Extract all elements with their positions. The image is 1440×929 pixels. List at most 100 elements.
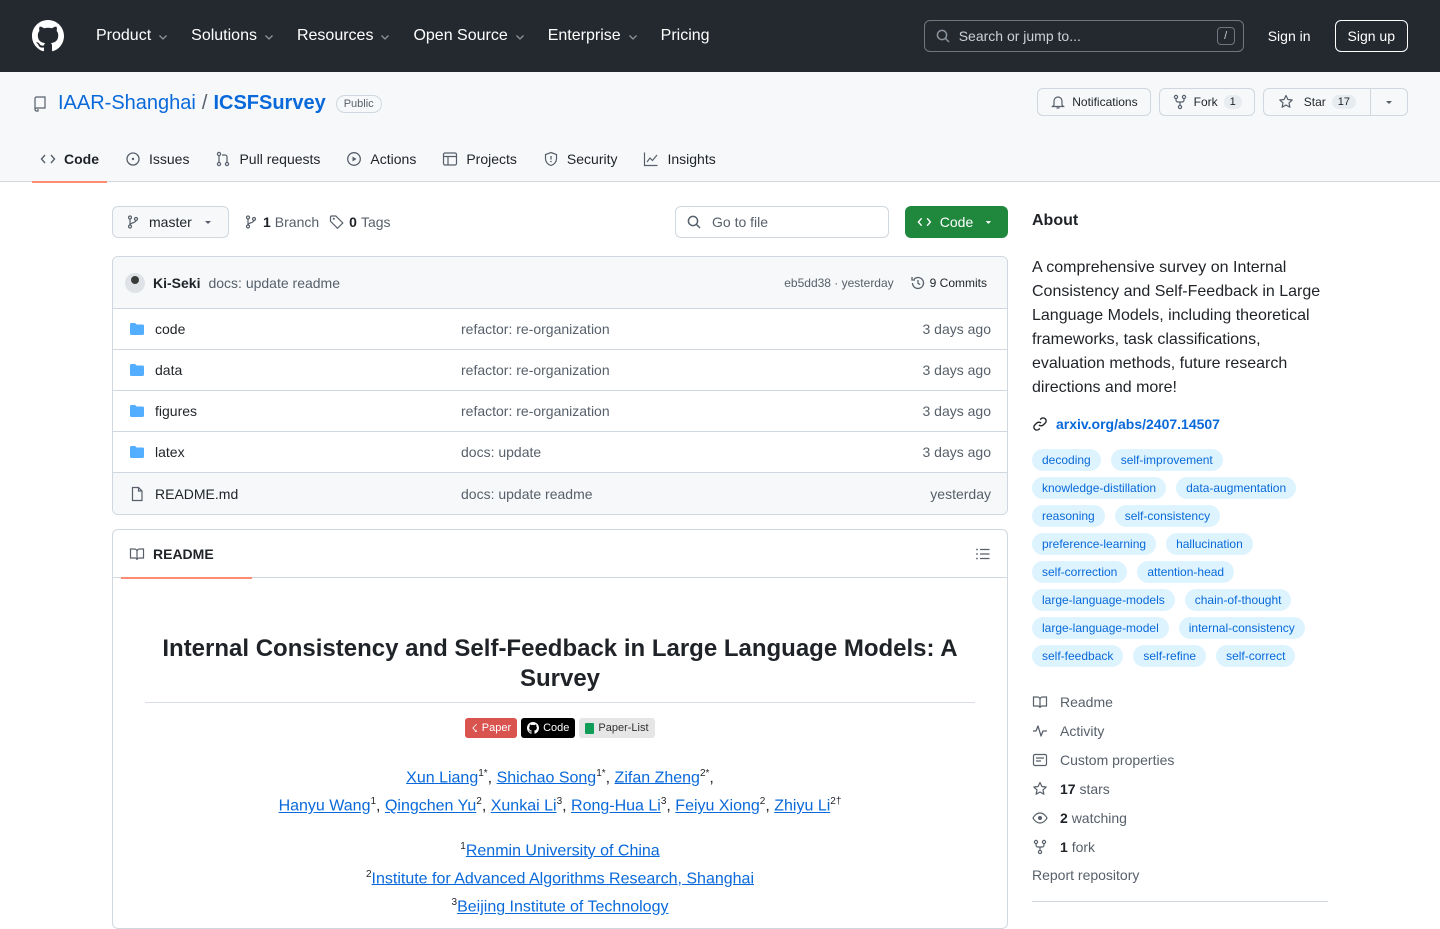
paper-badge[interactable]: ☇ Paper: [465, 718, 518, 738]
affiliation-link[interactable]: Beijing Institute of Technology: [457, 899, 668, 916]
file-commit-message[interactable]: refactor: re-organization: [461, 403, 923, 419]
tab-projects-label: Projects: [466, 151, 517, 167]
sign-in-link[interactable]: Sign in: [1268, 28, 1311, 44]
readme-link[interactable]: Readme: [1032, 687, 1328, 716]
report-repository-link[interactable]: Report repository: [1032, 867, 1328, 883]
repo-owner-link[interactable]: IAAR-Shanghai: [58, 92, 196, 115]
topic-tag[interactable]: large-language-models: [1032, 589, 1175, 611]
tab-insights[interactable]: Insights: [635, 136, 723, 182]
watchers-link[interactable]: 2 watching: [1032, 803, 1328, 832]
file-age: 3 days ago: [922, 403, 992, 419]
file-commit-message[interactable]: refactor: re-organization: [461, 321, 923, 337]
branch-name: master: [149, 214, 192, 230]
table-of-contents-icon[interactable]: [975, 546, 991, 562]
topic-tag[interactable]: self-improvement: [1110, 449, 1223, 471]
go-to-file-input[interactable]: Go to file: [675, 206, 889, 238]
star-dropdown-button[interactable]: [1371, 88, 1408, 116]
fork-button[interactable]: Fork 1: [1158, 88, 1255, 116]
commit-author-link[interactable]: Ki-Seki: [153, 275, 200, 291]
tag-count: 0: [349, 214, 357, 230]
tab-actions[interactable]: Actions: [338, 136, 424, 182]
tab-pull-requests[interactable]: Pull requests: [207, 136, 328, 182]
nav-open-source[interactable]: Open Source: [405, 27, 533, 45]
topic-tag[interactable]: self-correction: [1032, 561, 1128, 583]
nav-enterprise[interactable]: Enterprise: [540, 27, 647, 45]
topic-tag[interactable]: preference-learning: [1032, 533, 1157, 555]
affiliations-block: 1Renmin University of China 2Institute fo…: [145, 835, 975, 920]
stars-link[interactable]: 17 stars: [1032, 774, 1328, 803]
author-link[interactable]: Xun Liang: [406, 769, 478, 786]
avatar[interactable]: [125, 272, 145, 293]
topic-tag[interactable]: self-consistency: [1114, 505, 1221, 527]
topic-tag[interactable]: large-language-model: [1032, 617, 1169, 639]
affiliation-link[interactable]: Institute for Advanced Algorithms Resear…: [372, 870, 754, 887]
tab-issues[interactable]: Issues: [117, 136, 197, 182]
activity-link-label: Activity: [1060, 722, 1105, 739]
code-badge[interactable]: Code: [521, 718, 576, 738]
activity-link[interactable]: Activity: [1032, 716, 1328, 745]
file-commit-message[interactable]: refactor: re-organization: [461, 362, 923, 378]
author-link[interactable]: Feiyu Xiong: [675, 798, 760, 815]
spreadsheet-icon: [585, 722, 595, 734]
file-name-link[interactable]: code: [155, 321, 185, 337]
author-link[interactable]: Hanyu Wang: [279, 798, 371, 815]
file-name-link[interactable]: figures: [155, 403, 197, 419]
affiliation-line: 1Renmin University of China: [145, 835, 975, 863]
star-button[interactable]: Star 17: [1262, 88, 1371, 116]
paper-badge-label: Paper: [481, 722, 512, 734]
topic-tag[interactable]: self-refine: [1133, 645, 1207, 667]
commits-link[interactable]: 9 Commits: [910, 275, 987, 291]
tab-projects[interactable]: Projects: [434, 136, 525, 182]
nav-resources[interactable]: Resources: [289, 27, 399, 45]
author-link[interactable]: Shichao Song: [497, 769, 597, 786]
code-download-button[interactable]: Code: [905, 206, 1008, 238]
topic-tag[interactable]: self-feedback: [1032, 645, 1124, 667]
fork-label-sidebar: fork: [1071, 838, 1096, 855]
file-name-link[interactable]: latex: [155, 444, 185, 460]
custom-properties-link[interactable]: Custom properties: [1032, 745, 1328, 774]
repo-name-link[interactable]: ICSFSurvey: [213, 92, 325, 115]
topic-tag[interactable]: decoding: [1032, 449, 1101, 471]
author-link[interactable]: Rong-Hua Li: [571, 798, 661, 815]
author-link[interactable]: Qingchen Yu: [385, 798, 476, 815]
author-link[interactable]: Zhiyu Li: [774, 798, 830, 815]
topic-tag[interactable]: self-correct: [1216, 645, 1296, 667]
topic-tag[interactable]: data-augmentation: [1176, 477, 1297, 499]
topic-tag[interactable]: knowledge-distillation: [1032, 477, 1167, 499]
github-logo-icon[interactable]: [32, 20, 64, 52]
topic-tag[interactable]: chain-of-thought: [1184, 589, 1292, 611]
tags-link[interactable]: 0 Tags: [329, 214, 391, 230]
star-icon: [1278, 94, 1293, 108]
author-link[interactable]: Xunkai Li: [491, 798, 557, 815]
topic-tag[interactable]: attention-head: [1137, 561, 1235, 583]
play-icon: [347, 152, 362, 166]
readme-tab[interactable]: README: [121, 530, 252, 579]
topic-tag[interactable]: reasoning: [1032, 505, 1105, 527]
file-commit-message[interactable]: docs: update readme: [461, 486, 930, 502]
forks-link[interactable]: 1 fork: [1032, 832, 1328, 861]
branches-link[interactable]: 1 Branch: [243, 214, 319, 230]
sign-up-button[interactable]: Sign up: [1334, 20, 1408, 52]
nav-solutions[interactable]: Solutions: [183, 27, 283, 45]
search-input[interactable]: Search or jump to... /: [923, 20, 1244, 52]
topic-tag[interactable]: internal-consistency: [1178, 617, 1305, 639]
file-name-link[interactable]: README.md: [155, 486, 238, 502]
commit-sha-time[interactable]: eb5dd38 · yesterday: [784, 276, 893, 290]
nav-pricing[interactable]: Pricing: [653, 27, 718, 45]
tab-code[interactable]: Code: [32, 136, 107, 183]
affiliation-link[interactable]: Renmin University of China: [466, 842, 660, 859]
file-name-link[interactable]: data: [155, 362, 182, 378]
author-link[interactable]: Zifan Zheng: [615, 769, 700, 786]
homepage-link[interactable]: arxiv.org/abs/2407.14507: [1032, 416, 1328, 432]
file-list: code refactor: re-organization 3 days ago d…: [113, 309, 1007, 514]
commit-message-link[interactable]: docs: update readme: [208, 275, 340, 291]
tab-security[interactable]: Security: [535, 136, 626, 182]
paper-list-badge[interactable]: Paper-List: [579, 718, 655, 738]
branch-selector[interactable]: master: [112, 206, 229, 238]
sidebar-divider: [1032, 901, 1328, 902]
file-commit-message[interactable]: docs: update: [461, 444, 923, 460]
star-label: Star: [1303, 95, 1326, 109]
notifications-button[interactable]: Notifications: [1037, 88, 1151, 116]
topic-tag[interactable]: hallucination: [1166, 533, 1253, 555]
nav-product[interactable]: Product: [88, 27, 177, 45]
